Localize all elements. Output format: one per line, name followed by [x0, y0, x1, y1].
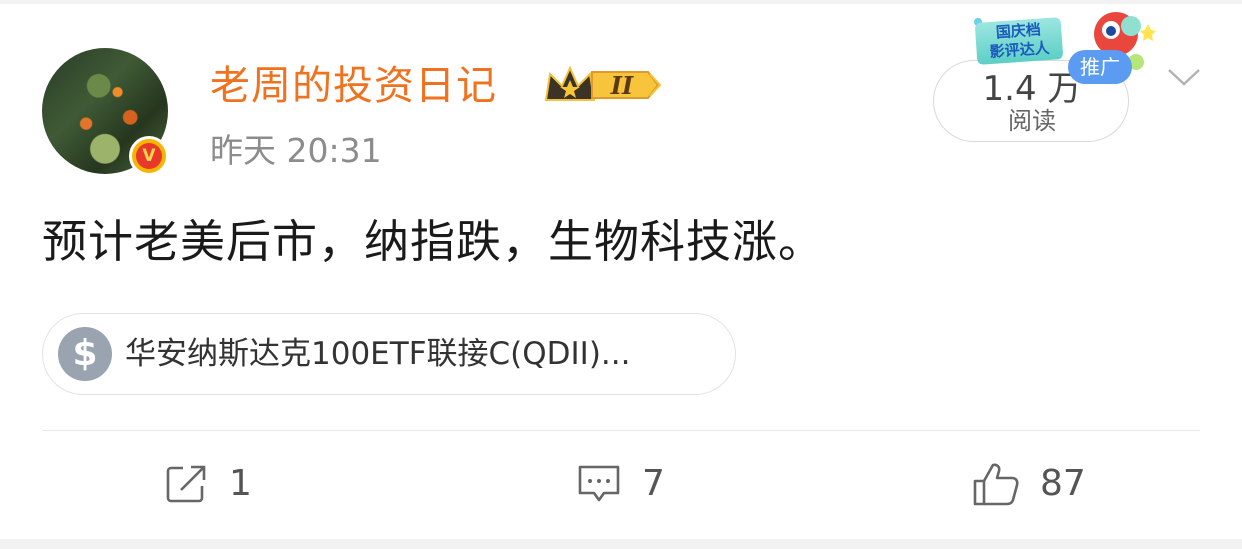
comment-icon — [578, 465, 620, 502]
verified-badge-letter: V — [136, 143, 162, 169]
read-label: 阅读 — [1008, 107, 1056, 135]
username[interactable]: 老周的投资日记 — [210, 60, 497, 112]
action-divider — [42, 430, 1200, 431]
top-separator — [0, 0, 1242, 4]
post-text: 预计老美后市，纳指跌，生物科技涨。 — [42, 215, 825, 268]
post-timestamp: 昨天 20:31 — [210, 131, 382, 170]
repost-count: 1 — [229, 463, 252, 504]
promo-tag: 国庆档 影评达人 — [974, 17, 1064, 65]
member-level: II — [610, 71, 634, 100]
verified-badge-icon: V — [129, 136, 169, 176]
dollar-icon: $ — [58, 327, 112, 381]
repost-icon — [166, 465, 206, 503]
repost-button[interactable]: 1 — [165, 460, 252, 508]
comment-button[interactable]: 7 — [576, 460, 665, 508]
like-button[interactable]: 87 — [972, 460, 1086, 508]
chevron-down-icon[interactable] — [1166, 64, 1202, 90]
thumbs-up-icon — [973, 463, 1019, 506]
bottom-separator — [0, 539, 1242, 549]
fund-name: 华安纳斯达克100ETF联接C(QDII)... — [125, 336, 631, 372]
fund-card[interactable]: $ 华安纳斯达克100ETF联接C(QDII)... — [42, 313, 736, 395]
comment-count: 7 — [642, 463, 665, 504]
crown-icon[interactable]: II — [542, 64, 662, 106]
like-count: 87 — [1040, 463, 1086, 504]
promoted-badge: 推广 — [1068, 50, 1132, 84]
